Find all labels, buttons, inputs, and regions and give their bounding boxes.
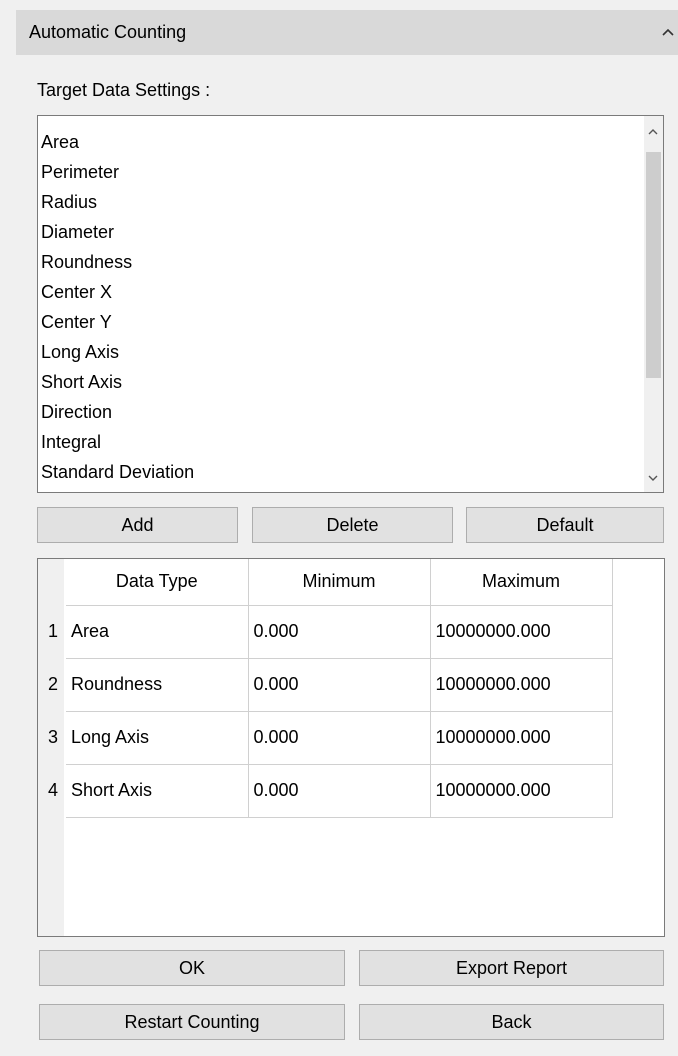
- export-report-button[interactable]: Export Report: [359, 950, 664, 986]
- cell-minimum[interactable]: 0.000: [248, 710, 431, 764]
- column-header-minimum[interactable]: Minimum: [248, 559, 431, 605]
- column-header-maximum[interactable]: Maximum: [430, 559, 613, 605]
- table-row: 3 Long Axis 0.000 10000000.000: [38, 710, 613, 764]
- cell-data-type[interactable]: Short Axis: [66, 763, 249, 818]
- row-index[interactable]: 1: [38, 605, 66, 658]
- back-button[interactable]: Back: [359, 1004, 664, 1040]
- cell-maximum[interactable]: 10000000.000: [430, 604, 613, 658]
- list-item[interactable]: Center X: [38, 277, 638, 307]
- cell-data-type[interactable]: Long Axis: [66, 710, 249, 764]
- cell-minimum[interactable]: 0.000: [248, 763, 431, 818]
- panel-title: Automatic Counting: [29, 22, 187, 42]
- list-item[interactable]: Diameter: [38, 217, 638, 247]
- restart-counting-button[interactable]: Restart Counting: [39, 1004, 345, 1040]
- chevron-up-icon[interactable]: [660, 24, 676, 40]
- target-data-listbox[interactable]: Area Perimeter Radius Diameter Roundness…: [37, 115, 664, 493]
- cell-minimum[interactable]: 0.000: [248, 604, 431, 658]
- scroll-up-arrow-icon[interactable]: [647, 126, 659, 138]
- target-data-list: Area Perimeter Radius Diameter Roundness…: [38, 127, 638, 487]
- table-row: 2 Roundness 0.000 10000000.000: [38, 657, 613, 711]
- list-item[interactable]: Perimeter: [38, 157, 638, 187]
- cell-maximum[interactable]: 10000000.000: [430, 657, 613, 711]
- row-index[interactable]: 3: [38, 711, 66, 764]
- column-header-data-type[interactable]: Data Type: [66, 559, 249, 605]
- list-item[interactable]: Center Y: [38, 307, 638, 337]
- list-item[interactable]: Roundness: [38, 247, 638, 277]
- vertical-scrollbar[interactable]: [644, 116, 663, 492]
- cell-maximum[interactable]: 10000000.000: [430, 763, 613, 818]
- add-button[interactable]: Add: [37, 507, 238, 543]
- cell-minimum[interactable]: 0.000: [248, 657, 431, 711]
- cell-data-type[interactable]: Roundness: [66, 657, 249, 711]
- criteria-grid: Data Type Minimum Maximum 1 Area 0.000 1…: [38, 559, 613, 818]
- list-item[interactable]: Long Axis: [38, 337, 638, 367]
- list-item[interactable]: Short Axis: [38, 367, 638, 397]
- ok-button[interactable]: OK: [39, 950, 345, 986]
- list-item[interactable]: Direction: [38, 397, 638, 427]
- table-row: 4 Short Axis 0.000 10000000.000: [38, 763, 613, 818]
- row-index[interactable]: 4: [38, 764, 66, 817]
- list-item[interactable]: Integral: [38, 427, 638, 457]
- panel-header[interactable]: Automatic Counting: [16, 10, 678, 55]
- scroll-down-arrow-icon[interactable]: [647, 472, 659, 484]
- table-header-row: Data Type Minimum Maximum: [38, 559, 613, 605]
- row-index[interactable]: 2: [38, 658, 66, 711]
- target-data-settings-label: Target Data Settings :: [37, 80, 211, 100]
- list-item[interactable]: Standard Deviation: [38, 457, 638, 487]
- table-row: 1 Area 0.000 10000000.000: [38, 604, 613, 658]
- cell-maximum[interactable]: 10000000.000: [430, 710, 613, 764]
- criteria-table[interactable]: Data Type Minimum Maximum 1 Area 0.000 1…: [37, 558, 665, 937]
- default-button[interactable]: Default: [466, 507, 664, 543]
- delete-button[interactable]: Delete: [252, 507, 453, 543]
- list-item[interactable]: Radius: [38, 187, 638, 217]
- cell-data-type[interactable]: Area: [66, 604, 249, 658]
- list-item[interactable]: Area: [38, 127, 638, 157]
- scrollbar-thumb[interactable]: [646, 152, 661, 378]
